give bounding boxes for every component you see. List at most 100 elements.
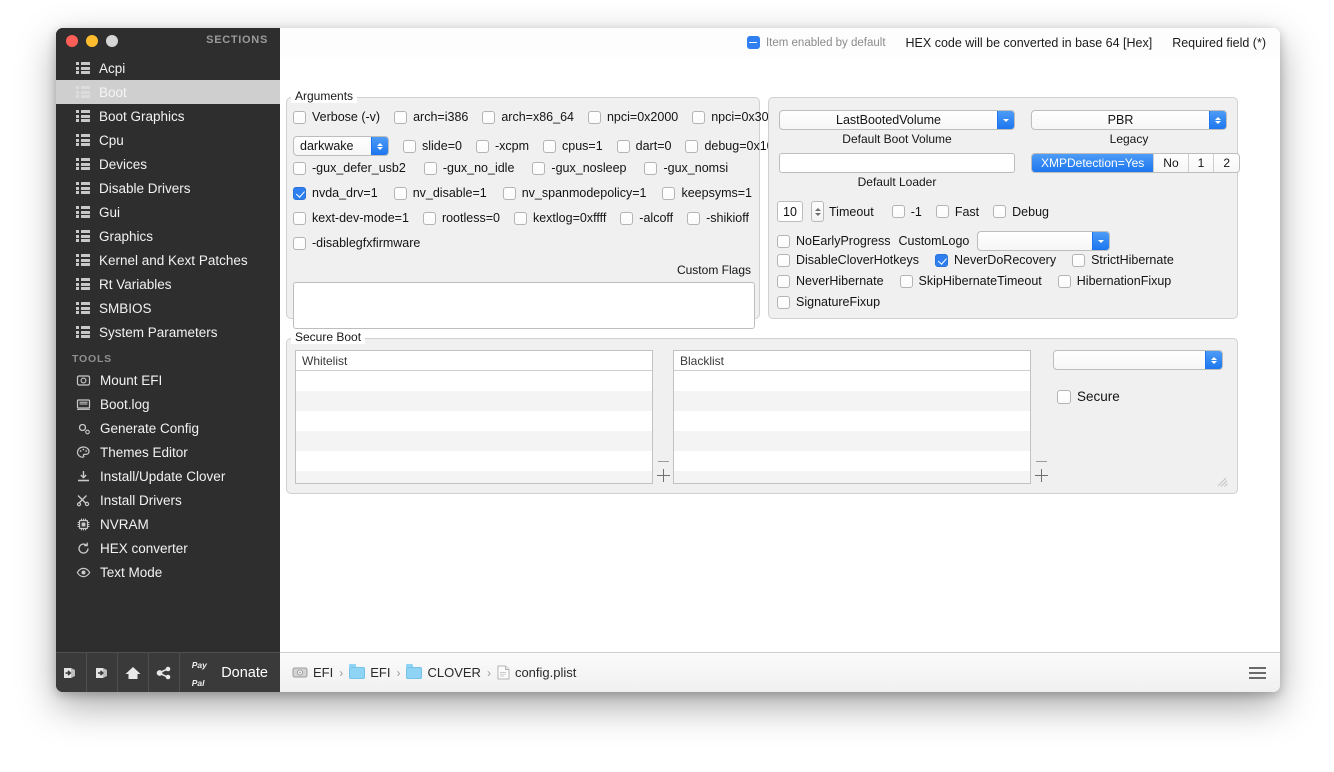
checkbox-hibernationfixup[interactable]: HibernationFixup <box>1057 274 1171 288</box>
checkbox-xcpm[interactable]: -xcpm <box>475 139 529 153</box>
minimize-button[interactable] <box>86 35 98 47</box>
checkbox-alcoff[interactable]: -alcoff <box>620 211 673 225</box>
breadcrumb-item-clover[interactable]: CLOVER <box>406 663 481 680</box>
checkbox-neverhibernate[interactable]: NeverHibernate <box>777 274 884 288</box>
default-boot-volume-popup[interactable]: LastBootedVolume <box>779 110 1015 130</box>
breadcrumb-item-efi[interactable]: EFI <box>349 663 390 680</box>
sidebar-item-hex-converter[interactable]: HEX converter <box>56 536 280 560</box>
donate-button[interactable]: Pay Pal Donate <box>180 653 280 693</box>
sidebar-item-acpi[interactable]: Acpi <box>56 56 280 80</box>
checkbox-stricthibernate[interactable]: StrictHibernate <box>1072 253 1174 267</box>
checkbox-gux-no-idle[interactable]: -gux_no_idle <box>423 161 514 175</box>
table-row[interactable] <box>674 391 1030 411</box>
segment-1[interactable]: 1 <box>1187 154 1214 172</box>
whitelist-table[interactable]: Whitelist <box>295 350 653 484</box>
custom-logo-popup[interactable] <box>977 231 1111 251</box>
table-row[interactable] <box>674 371 1030 391</box>
sidebar-item-system-parameters[interactable]: System Parameters <box>56 320 280 344</box>
table-row[interactable] <box>296 411 652 431</box>
table-row[interactable] <box>296 391 652 411</box>
checkbox-1[interactable]: -1 <box>891 205 922 219</box>
export-button[interactable] <box>87 652 118 692</box>
sidebar-item-kernel-and-kext-patches[interactable]: Kernel and Kext Patches <box>56 248 280 272</box>
checkbox-gux-nomsi[interactable]: -gux_nomsi <box>644 161 728 175</box>
breadcrumb-item-efi[interactable]: EFI <box>292 665 333 680</box>
sidebar-item-smbios[interactable]: SMBIOS <box>56 296 280 320</box>
checkbox-gux-defer-usb2[interactable]: -gux_defer_usb2 <box>293 161 406 175</box>
darkwake-popup[interactable]: darkwake <box>293 136 389 156</box>
checkbox-rootless-0[interactable]: rootless=0 <box>422 211 500 225</box>
table-row[interactable] <box>296 451 652 471</box>
sidebar-item-graphics[interactable]: Graphics <box>56 224 280 248</box>
checkbox-slide-0[interactable]: slide=0 <box>403 139 462 153</box>
table-row[interactable] <box>674 471 1030 483</box>
secure-checkbox[interactable]: Secure <box>1057 389 1120 404</box>
default-loader-input[interactable] <box>779 153 1015 173</box>
sidebar-item-text-mode[interactable]: Text Mode <box>56 560 280 584</box>
table-row[interactable] <box>674 451 1030 471</box>
segment-xmpdetection-yes[interactable]: XMPDetection=Yes <box>1032 154 1154 172</box>
sidebar-item-disable-drivers[interactable]: Disable Drivers <box>56 176 280 200</box>
secure-boot-policy-popup[interactable] <box>1053 350 1223 370</box>
sidebar-item-install-update-clover[interactable]: Install/Update Clover <box>56 464 280 488</box>
sidebar-item-boot[interactable]: Boot <box>56 80 280 104</box>
checkbox-cpus-1[interactable]: cpus=1 <box>543 139 603 153</box>
checkbox-shikioff[interactable]: -shikioff <box>687 211 749 225</box>
close-button[interactable] <box>66 35 78 47</box>
checkbox-disablecloverhotkeys[interactable]: DisableCloverHotkeys <box>777 253 919 267</box>
breadcrumb-item-config-plist[interactable]: config.plist <box>497 665 576 680</box>
plus-icon[interactable] <box>657 469 670 482</box>
share-button[interactable] <box>149 652 180 692</box>
sidebar-item-boot-log[interactable]: Boot.log <box>56 392 280 416</box>
checkbox-kextlog-0xffff[interactable]: kextlog=0xffff <box>513 211 606 225</box>
xmp-detection-segmented[interactable]: XMPDetection=Yes No 1 2 <box>1031 153 1241 173</box>
zoom-button[interactable] <box>106 35 118 47</box>
sidebar-item-gui[interactable]: Gui <box>56 200 280 224</box>
checkbox-disablegfxfirmware[interactable]: -disablegfxfirmware <box>293 236 420 250</box>
table-row[interactable] <box>674 411 1030 431</box>
custom-flags-input[interactable] <box>293 282 755 329</box>
table-row[interactable] <box>674 431 1030 451</box>
plus-icon[interactable] <box>1035 469 1048 482</box>
sidebar-item-nvram[interactable]: NVRAM <box>56 512 280 536</box>
home-button[interactable] <box>118 652 149 692</box>
segment-2[interactable]: 2 <box>1213 154 1240 172</box>
table-row[interactable] <box>296 471 652 483</box>
checkbox-fast[interactable]: Fast <box>935 205 979 219</box>
legacy-popup[interactable]: PBR <box>1031 110 1227 130</box>
checkbox-nvda-drv-1[interactable]: nvda_drv=1 <box>293 186 378 200</box>
sidebar-item-boot-graphics[interactable]: Boot Graphics <box>56 104 280 128</box>
segment-no[interactable]: No <box>1153 154 1188 172</box>
resize-grip-icon[interactable] <box>1217 477 1229 487</box>
sidebar-item-install-drivers[interactable]: Install Drivers <box>56 488 280 512</box>
menu-icon[interactable] <box>1249 666 1266 679</box>
checkbox-npci-0x2000[interactable]: npci=0x2000 <box>587 110 678 124</box>
checkbox-gux-nosleep[interactable]: -gux_nosleep <box>532 161 626 175</box>
checkbox-skiphibernatetimeout[interactable]: SkipHibernateTimeout <box>899 274 1042 288</box>
sidebar-item-rt-variables[interactable]: Rt Variables <box>56 272 280 296</box>
checkbox-signaturefixup[interactable]: SignatureFixup <box>777 295 880 309</box>
import-button[interactable] <box>56 652 87 692</box>
checkbox-dart-0[interactable]: dart=0 <box>616 139 671 153</box>
checkbox-nv-spanmodepolicy-1[interactable]: nv_spanmodepolicy=1 <box>502 186 646 200</box>
sidebar-item-generate-config[interactable]: Generate Config <box>56 416 280 440</box>
sidebar-item-themes-editor[interactable]: Themes Editor <box>56 440 280 464</box>
minus-icon[interactable] <box>658 461 669 462</box>
whitelist-add-remove[interactable] <box>657 461 670 482</box>
checkbox-nv-disable-1[interactable]: nv_disable=1 <box>393 186 487 200</box>
checkbox-arch-i386[interactable]: arch=i386 <box>394 110 468 124</box>
table-row[interactable] <box>296 431 652 451</box>
no-early-progress-checkbox[interactable]: NoEarlyProgress <box>777 234 890 248</box>
sidebar-item-mount-efi[interactable]: Mount EFI <box>56 368 280 392</box>
checkbox-keepsyms-1[interactable]: keepsyms=1 <box>662 186 752 200</box>
timeout-input[interactable]: 10 <box>777 201 803 222</box>
checkbox-arch-x86-64[interactable]: arch=x86_64 <box>482 110 574 124</box>
checkbox-debug-0x100[interactable]: debug=0x100 <box>685 139 781 153</box>
blacklist-table[interactable]: Blacklist <box>673 350 1031 484</box>
checkbox-verbose-v[interactable]: Verbose (-v) <box>293 110 380 124</box>
minus-icon[interactable] <box>1036 461 1047 462</box>
sidebar-item-cpu[interactable]: Cpu <box>56 128 280 152</box>
checkbox-debug[interactable]: Debug <box>993 205 1049 219</box>
sidebar-item-devices[interactable]: Devices <box>56 152 280 176</box>
checkbox-neverdorecovery[interactable]: NeverDoRecovery <box>934 253 1056 267</box>
